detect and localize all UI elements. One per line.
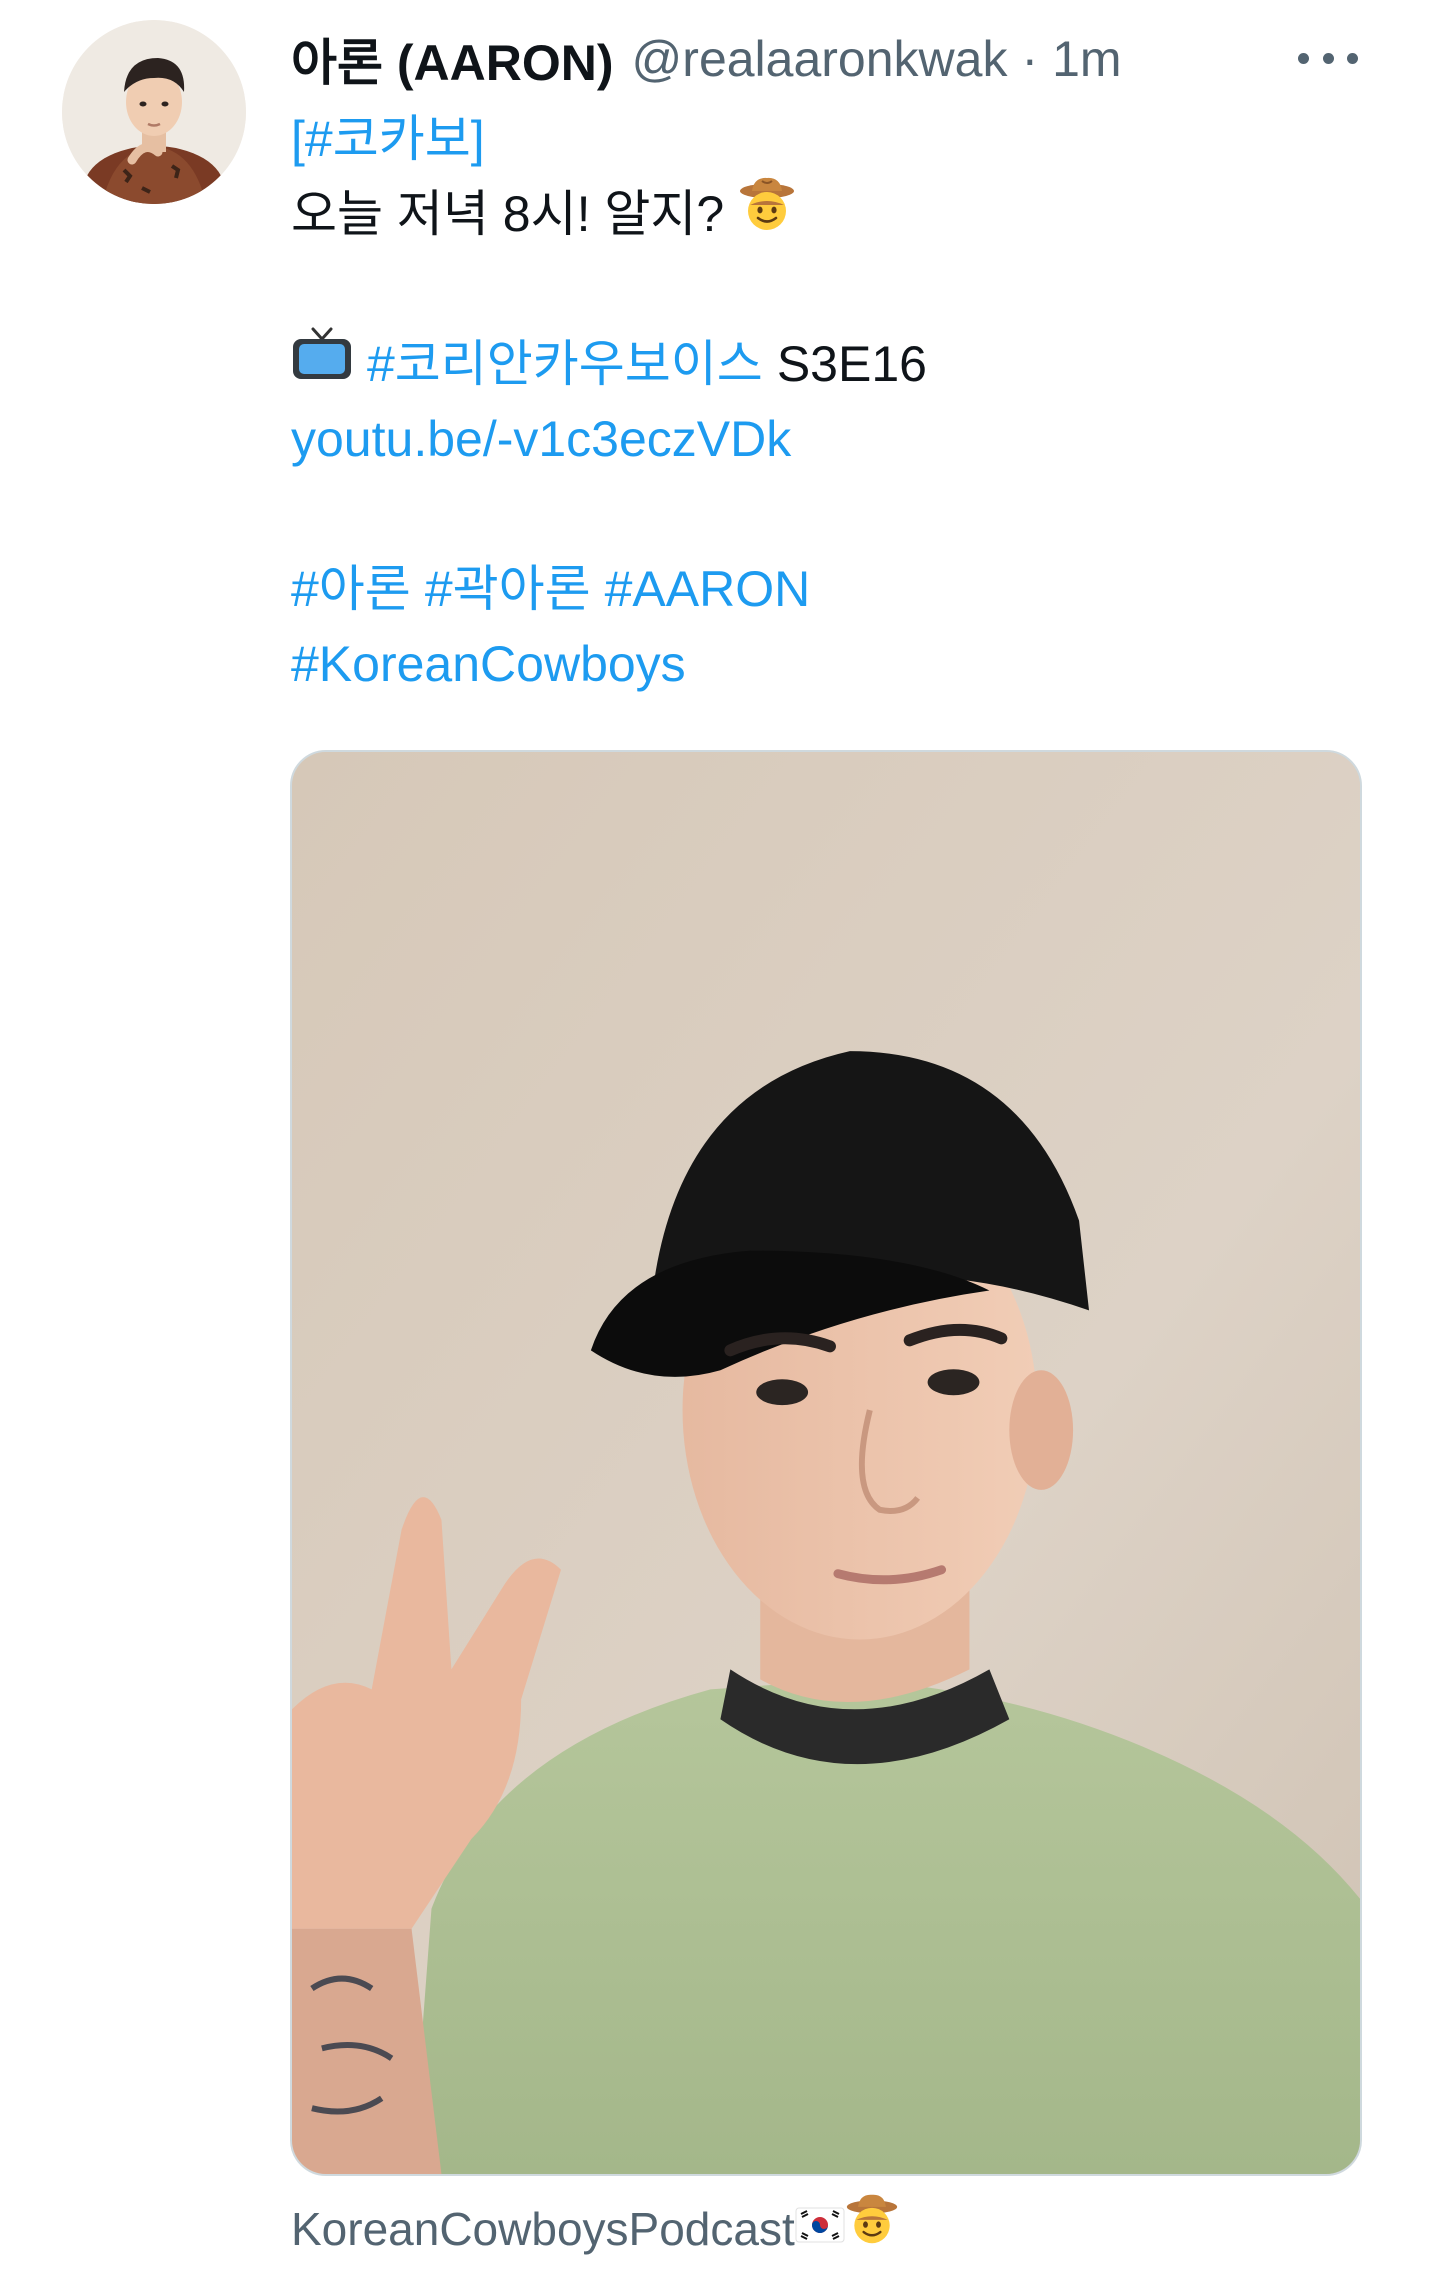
hashtag-aaron[interactable]: #AARON xyxy=(605,552,811,627)
television-emoji-icon xyxy=(291,325,353,404)
hashtag-aaron-kr[interactable]: #아론 xyxy=(291,552,411,627)
youtube-link[interactable]: youtu.be/-v1c3eczVDk xyxy=(291,402,791,477)
hashtag-korean-cowboys-kr[interactable]: #코리안카우보이스 xyxy=(367,327,763,402)
tweet-source[interactable]: KoreanCowboysPodcast xyxy=(291,2192,899,2265)
tweet-text: [#코카보] 오늘 저녁 8시! 알지? #코리안카우보이스 S3E16 you… xyxy=(291,102,1371,702)
south-korea-flag-icon xyxy=(795,2194,845,2264)
source-label: KoreanCowboysPodcast xyxy=(291,2202,795,2255)
episode-label: S3E16 xyxy=(776,336,927,392)
display-name[interactable]: 아론 (AARON) xyxy=(291,23,614,95)
cowboy-face-emoji-icon xyxy=(845,2192,899,2265)
tweet-photo[interactable] xyxy=(290,750,1362,2176)
avatar[interactable] xyxy=(62,20,246,204)
cowboy-face-emoji-icon xyxy=(738,175,796,254)
hashtag-kokabo[interactable]: [#코카보] xyxy=(291,102,485,177)
selfie-image xyxy=(292,752,1360,2174)
more-horizontal-icon[interactable] xyxy=(1298,38,1358,78)
separator-dot: · xyxy=(1021,31,1039,87)
hashtag-kwak-aaron[interactable]: #곽아론 xyxy=(425,552,591,627)
hashtag-korean-cowboys[interactable]: #KoreanCowboys xyxy=(291,627,686,702)
timestamp[interactable]: 1m xyxy=(1052,30,1121,88)
tweet-line-tonight: 오늘 저녁 8시! 알지? xyxy=(291,186,725,242)
user-handle[interactable]: @realaaronkwak xyxy=(632,30,1008,88)
avatar-image xyxy=(62,20,246,204)
tweet[interactable]: 아론 (AARON) @realaaronkwak · 1m [#코카보] 오늘… xyxy=(0,0,1440,2282)
tweet-header: 아론 (AARON) @realaaronkwak · 1m xyxy=(291,24,1122,94)
